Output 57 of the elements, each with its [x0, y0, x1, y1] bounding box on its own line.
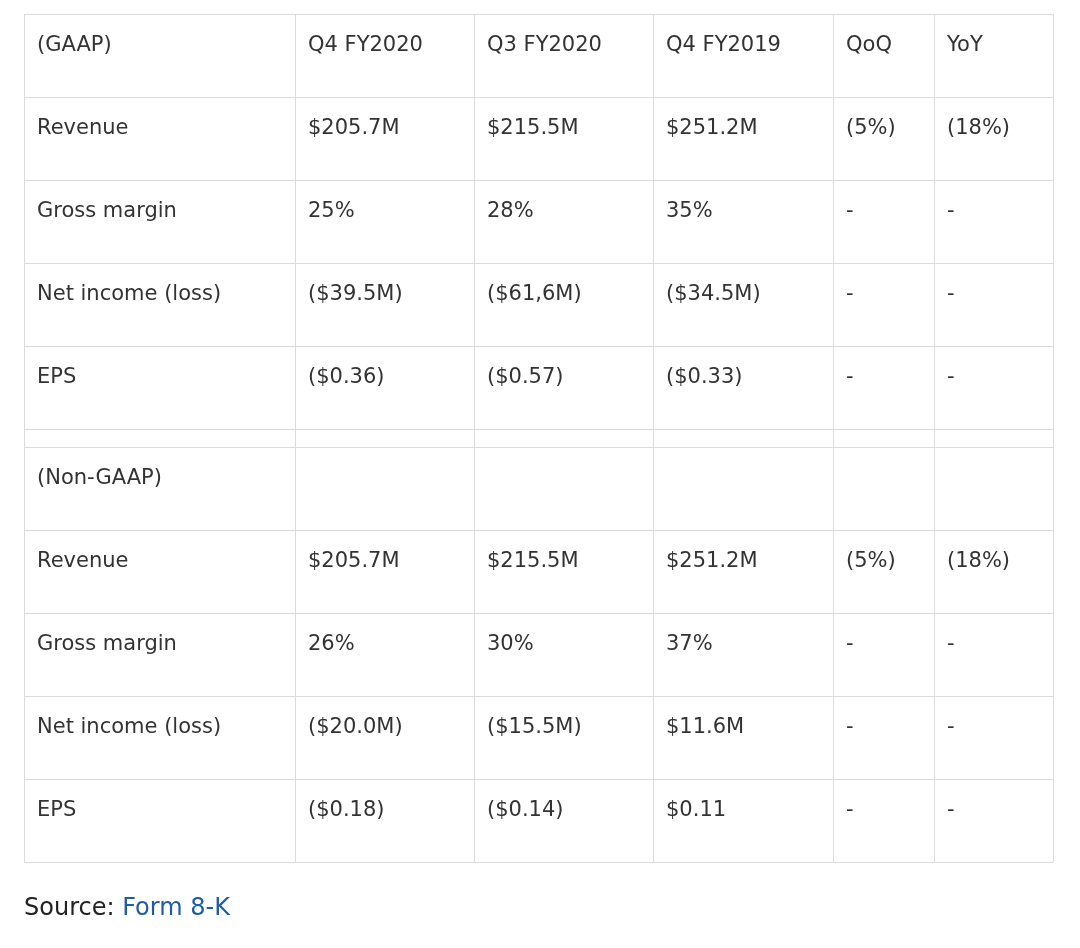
table-cell: ($61,6M) [474, 263, 654, 347]
table-cell: EPS [24, 346, 296, 430]
table-cell: - [934, 613, 1054, 697]
table-cell: - [833, 346, 935, 430]
column-header: Q3 FY2020 [474, 14, 654, 98]
table-cell: $251.2M [653, 530, 834, 614]
table-cell: (18%) [934, 97, 1054, 181]
table-cell: ($0.14) [474, 779, 654, 863]
table-cell: $11.6M [653, 696, 834, 780]
table-cell: ($0.33) [653, 346, 834, 430]
table-cell: $205.7M [295, 97, 475, 181]
table-cell: - [934, 180, 1054, 264]
table-cell: - [833, 613, 935, 697]
table-cell: - [833, 779, 935, 863]
table-cell: Revenue [24, 530, 296, 614]
column-header: Q4 FY2020 [295, 14, 475, 98]
table-cell: Net income (loss) [24, 696, 296, 780]
table-cell: $215.5M [474, 530, 654, 614]
section-label: (Non-GAAP) [24, 447, 296, 531]
table-cell: $251.2M [653, 97, 834, 181]
table-cell: Revenue [24, 97, 296, 181]
table-cell: - [833, 180, 935, 264]
table-cell: 25% [295, 180, 475, 264]
table-cell: - [934, 346, 1054, 430]
table-cell: ($15.5M) [474, 696, 654, 780]
table-cell: ($39.5M) [295, 263, 475, 347]
table-cell: - [833, 263, 935, 347]
table-cell: (18%) [934, 530, 1054, 614]
source-link[interactable]: Form 8-K [122, 893, 230, 921]
source-label: Source: [24, 893, 115, 921]
table-cell: (5%) [833, 530, 935, 614]
table-cell: ($0.18) [295, 779, 475, 863]
table-cell: 37% [653, 613, 834, 697]
table-cell: 35% [653, 180, 834, 264]
table-cell: - [934, 263, 1054, 347]
table-cell: $205.7M [295, 530, 475, 614]
table-cell: EPS [24, 779, 296, 863]
table-cell: Gross margin [24, 613, 296, 697]
table-cell: Net income (loss) [24, 263, 296, 347]
table-cell: ($0.57) [474, 346, 654, 430]
table-cell: - [833, 696, 935, 780]
table-cell: (5%) [833, 97, 935, 181]
table-cell: - [934, 779, 1054, 863]
table-cell: - [934, 696, 1054, 780]
column-header: Q4 FY2019 [653, 14, 834, 98]
table-cell: 28% [474, 180, 654, 264]
table-cell: ($34.5M) [653, 263, 834, 347]
column-header: (GAAP) [24, 14, 296, 98]
table-cell: 30% [474, 613, 654, 697]
table-cell: $0.11 [653, 779, 834, 863]
table-cell: ($20.0M) [295, 696, 475, 780]
table-cell: 26% [295, 613, 475, 697]
table-cell: Gross margin [24, 180, 296, 264]
table-cell: ($0.36) [295, 346, 475, 430]
table-cell: $215.5M [474, 97, 654, 181]
column-header: YoY [934, 14, 1054, 98]
column-header: QoQ [833, 14, 935, 98]
